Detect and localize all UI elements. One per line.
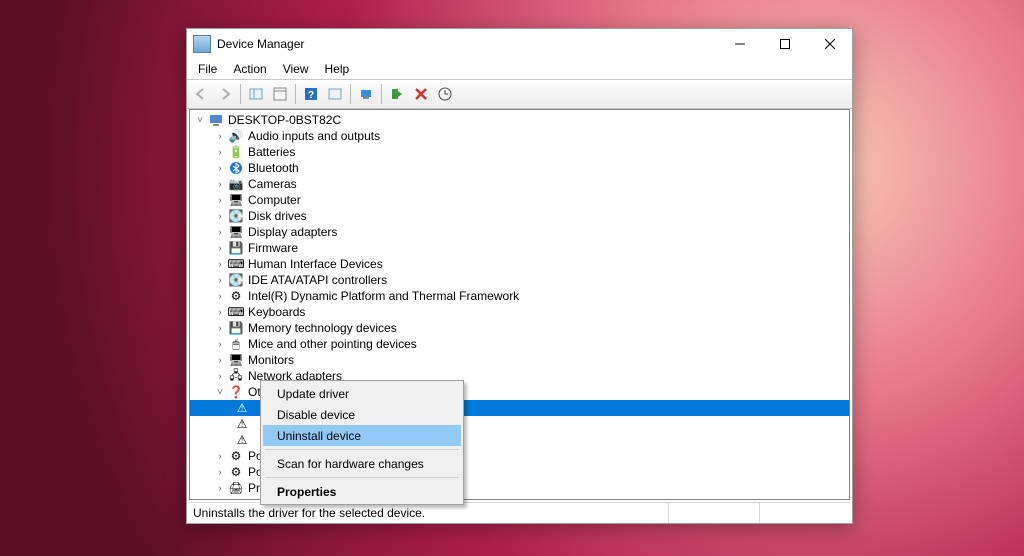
port-icon: ⚙	[228, 464, 244, 480]
mouse-icon: 🖱	[228, 336, 244, 352]
forward-button[interactable]	[213, 82, 237, 106]
keyboard-icon: ⌨	[228, 304, 244, 320]
status-bar: Uninstalls the driver for the selected d…	[189, 502, 850, 523]
monitor-icon: 🖥	[228, 192, 244, 208]
expand-icon[interactable]: ›	[214, 338, 226, 350]
status-cell	[668, 503, 759, 523]
ctx-scan-hardware[interactable]: Scan for hardware changes	[263, 453, 461, 474]
maximize-button[interactable]	[762, 29, 807, 59]
expand-icon[interactable]: ›	[214, 274, 226, 286]
expand-icon[interactable]: ›	[214, 210, 226, 222]
expand-icon[interactable]: ›	[214, 466, 226, 478]
disk-icon: 💽	[228, 208, 244, 224]
firmware-icon: 💾	[228, 240, 244, 256]
desktop: Device Manager File Action View Help	[0, 0, 1024, 556]
battery-icon: 🔋	[228, 144, 244, 160]
app-icon	[193, 35, 211, 53]
tree-item-audio[interactable]: ›🔊Audio inputs and outputs	[190, 128, 849, 144]
expand-icon[interactable]: ›	[214, 482, 226, 494]
tree-item-display-adapters[interactable]: ›🖥Display adapters	[190, 224, 849, 240]
expand-icon[interactable]: ›	[214, 162, 226, 174]
expand-icon[interactable]: ›	[214, 146, 226, 158]
ctx-properties[interactable]: Properties	[263, 481, 461, 502]
tree-item-computer[interactable]: ›🖥Computer	[190, 192, 849, 208]
network-icon: 🖧	[228, 368, 244, 384]
port-icon: ⚙	[228, 448, 244, 464]
minimize-button[interactable]	[717, 29, 762, 59]
context-menu: Update driver Disable device Uninstall d…	[260, 380, 464, 505]
warning-icon: ⚠	[234, 400, 250, 416]
menu-file[interactable]: File	[191, 61, 224, 77]
properties-button[interactable]	[268, 82, 292, 106]
memory-icon: 💾	[228, 320, 244, 336]
chipset-icon: ⚙	[228, 288, 244, 304]
warning-icon: ⚠	[234, 416, 250, 432]
printer-icon: 🖨	[228, 480, 244, 496]
uninstall-device-button[interactable]	[409, 82, 433, 106]
collapse-icon[interactable]: ˅	[194, 114, 206, 126]
ctx-uninstall-device[interactable]: Uninstall device	[263, 425, 461, 446]
expand-icon[interactable]: ›	[214, 226, 226, 238]
ctx-separator	[265, 449, 459, 450]
back-button[interactable]	[189, 82, 213, 106]
expand-icon[interactable]: ›	[214, 130, 226, 142]
tree-root[interactable]: ˅ DESKTOP-0BST82C	[190, 112, 849, 128]
bluetooth-icon	[228, 160, 244, 176]
camera-icon: 📷	[228, 176, 244, 192]
menu-view[interactable]: View	[276, 61, 316, 77]
computer-icon	[208, 112, 224, 128]
expand-icon[interactable]: ›	[214, 178, 226, 190]
tree-item-mice[interactable]: ›🖱Mice and other pointing devices	[190, 336, 849, 352]
other-devices-icon: ❓	[228, 384, 244, 400]
expand-icon[interactable]: ›	[214, 290, 226, 302]
audio-icon: 🔊	[228, 128, 244, 144]
tree-item-bluetooth[interactable]: ›Bluetooth	[190, 160, 849, 176]
tree-item-hid[interactable]: ›⌨Human Interface Devices	[190, 256, 849, 272]
expand-icon[interactable]: ›	[214, 194, 226, 206]
svg-text:?: ?	[308, 90, 314, 101]
tree-item-disk-drives[interactable]: ›💽Disk drives	[190, 208, 849, 224]
show-hidden-button[interactable]	[323, 82, 347, 106]
tree-root-label: DESKTOP-0BST82C	[228, 113, 341, 127]
status-cell	[759, 503, 850, 523]
tree-item-memory-tech[interactable]: ›💾Memory technology devices	[190, 320, 849, 336]
expand-icon[interactable]: ›	[214, 306, 226, 318]
warning-icon: ⚠	[234, 432, 250, 448]
enable-device-button[interactable]	[385, 82, 409, 106]
expand-icon[interactable]: ›	[214, 370, 226, 382]
close-button[interactable]	[807, 29, 852, 59]
status-text: Uninstalls the driver for the selected d…	[193, 506, 668, 520]
expand-icon[interactable]: ›	[214, 354, 226, 366]
expand-icon[interactable]: ›	[214, 258, 226, 270]
tree-item-monitors[interactable]: ›🖥Monitors	[190, 352, 849, 368]
tree-item-firmware[interactable]: ›💾Firmware	[190, 240, 849, 256]
tree-item-cameras[interactable]: ›📷Cameras	[190, 176, 849, 192]
tree-item-keyboards[interactable]: ›⌨Keyboards	[190, 304, 849, 320]
menu-action[interactable]: Action	[226, 61, 273, 77]
expand-icon[interactable]: ›	[214, 498, 226, 499]
tree-item-intel-dptf[interactable]: ›⚙Intel(R) Dynamic Platform and Thermal …	[190, 288, 849, 304]
window-title: Device Manager	[217, 37, 717, 51]
scan-hardware-button[interactable]	[354, 82, 378, 106]
update-driver-button[interactable]	[433, 82, 457, 106]
ctx-disable-device[interactable]: Disable device	[263, 404, 461, 425]
tree-item-batteries[interactable]: ›🔋Batteries	[190, 144, 849, 160]
expand-icon[interactable]: ›	[214, 450, 226, 462]
show-hide-tree-button[interactable]	[244, 82, 268, 106]
title-bar[interactable]: Device Manager	[187, 29, 852, 59]
processor-icon: ⚙	[228, 496, 244, 499]
ctx-separator	[265, 477, 459, 478]
display-icon: 🖥	[228, 224, 244, 240]
help-button[interactable]: ?	[299, 82, 323, 106]
ctx-update-driver[interactable]: Update driver	[263, 383, 461, 404]
hid-icon: ⌨	[228, 256, 244, 272]
tree-item-ide[interactable]: ›💽IDE ATA/ATAPI controllers	[190, 272, 849, 288]
ide-icon: 💽	[228, 272, 244, 288]
menu-bar: File Action View Help	[187, 59, 852, 79]
expand-icon[interactable]: ›	[214, 322, 226, 334]
collapse-icon[interactable]: ˅	[214, 386, 226, 398]
menu-help[interactable]: Help	[318, 61, 357, 77]
expand-icon[interactable]: ›	[214, 242, 226, 254]
toolbar: ?	[187, 79, 852, 109]
